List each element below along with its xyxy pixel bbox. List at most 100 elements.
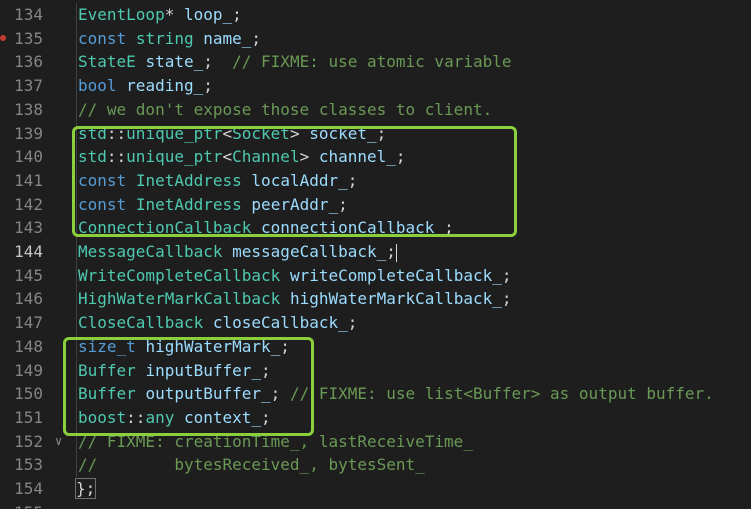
code-line[interactable]: 136 StateE state_; // FIXME: use atomic v… <box>0 50 751 75</box>
code-text: boost::any context_; <box>78 406 271 430</box>
line-number: 150 <box>14 384 43 404</box>
line-number: 149 <box>14 360 43 380</box>
code-text: CloseCallback closeCallback_; <box>78 311 357 335</box>
code-token: unique_ptr <box>126 147 223 167</box>
line-number: 151 <box>14 407 43 427</box>
code-token: std <box>78 123 107 143</box>
code-token: // FIXME: use atomic variable <box>232 52 512 72</box>
fold-chevron-icon[interactable]: ∨ <box>55 430 62 454</box>
code-token: > <box>299 147 319 167</box>
code-token: socket_ <box>309 123 377 143</box>
code-text: WriteCompleteCallback writeCompleteCallb… <box>78 264 512 288</box>
code-line[interactable]: 145 WriteCompleteCallback writeCompleteCa… <box>0 263 751 288</box>
code-text: std::unique_ptr<Socket> socket_; <box>78 122 386 146</box>
code-token: HighWaterMarkCallback <box>78 289 281 309</box>
code-line[interactable]: 151 boost::any context_; <box>0 405 751 430</box>
line-number: 142 <box>14 194 43 214</box>
indent-guide <box>76 358 77 383</box>
line-number: 141 <box>14 170 43 190</box>
code-line[interactable]: 138 // we don't expose those classes to c… <box>0 97 751 122</box>
code-text: HighWaterMarkCallback highWaterMarkCallb… <box>78 287 512 311</box>
indent-guide <box>76 145 77 169</box>
code-token: std <box>78 147 107 167</box>
code-editor[interactable]: 134 EventLoop* loop_; 135 const string name… <box>0 0 751 509</box>
code-text: bool reading_; <box>78 74 213 98</box>
code-token: unique_ptr <box>126 123 223 143</box>
code-token: ; <box>203 52 233 72</box>
code-line[interactable]: 154}; <box>0 477 751 501</box>
code-line[interactable]: 144 MessageCallback messageCallback_; <box>0 240 751 264</box>
code-line[interactable]: 149 Buffer inputBuffer_; <box>0 358 751 383</box>
indent-guide <box>76 263 77 288</box>
code-token: ; <box>501 265 512 285</box>
code-token: highWaterMarkCallback_ <box>289 289 502 309</box>
line-number: 137 <box>14 76 43 96</box>
code-token: // FIXME: creationTime_, lastReceiveTime… <box>78 431 473 451</box>
code-token: context_ <box>183 407 262 427</box>
code-text: Buffer inputBuffer_; <box>78 359 271 383</box>
code-text: ConnectionCallback connectionCallback_; <box>78 216 454 240</box>
code-token: string <box>135 28 194 48</box>
code-token: ; <box>376 123 387 143</box>
code-text: size_t highWaterMark_; <box>78 335 290 359</box>
code-token: ; <box>203 76 213 96</box>
indent-guide <box>76 405 77 430</box>
code-text: }; <box>74 477 97 501</box>
breakpoint-icon[interactable] <box>0 34 6 41</box>
code-token: < <box>222 123 233 143</box>
code-token: ; <box>261 407 271 427</box>
line-number: 154 <box>14 479 43 498</box>
code-text: const string name_; <box>78 27 261 51</box>
code-token: const <box>78 170 127 190</box>
indent-guide <box>76 429 77 454</box>
line-number: 143 <box>14 218 43 238</box>
code-line[interactable]: 139 std::unique_ptr<Socket> socket_; <box>0 121 751 146</box>
code-line[interactable]: 135 const string name_; <box>0 26 751 51</box>
code-line[interactable]: 150 Buffer outputBuffer_; // FIXME: use l… <box>0 382 751 406</box>
line-number: 144 <box>14 242 43 261</box>
indent-guide <box>76 240 77 264</box>
code-line[interactable]: 155 <box>0 501 751 509</box>
code-line[interactable]: 146 HighWaterMarkCallback highWaterMarkCa… <box>0 287 751 312</box>
indent-guide <box>76 216 77 240</box>
code-token: ; <box>386 242 396 261</box>
code-token: // we don't expose those classes to clie… <box>78 99 493 119</box>
code-line[interactable]: 141 const InetAddress localAddr_; <box>0 168 751 193</box>
code-text: Buffer outputBuffer_; // FIXME: use list… <box>78 382 714 406</box>
code-line[interactable]: 134 EventLoop* loop_; <box>0 3 751 27</box>
line-number: 155 <box>0 501 43 509</box>
indent-guide <box>76 121 77 146</box>
code-line[interactable]: 143 ConnectionCallback connectionCallback… <box>0 216 751 240</box>
code-token: EventLoop <box>78 5 165 24</box>
code-line[interactable]: 147 CloseCallback closeCallback_; <box>0 311 751 335</box>
code-token: MessageCallback <box>78 242 223 261</box>
line-number: 145 <box>14 265 43 285</box>
code-token: ; <box>347 313 358 333</box>
code-line[interactable]: 153 // bytesReceived_, bytesSent_ <box>0 453 751 477</box>
indent-guide <box>76 50 77 75</box>
code-line[interactable]: 137 bool reading_; <box>0 74 751 98</box>
code-token: writeCompleteCallback_ <box>289 265 502 285</box>
code-token: :: <box>126 407 146 427</box>
code-token: size_t <box>78 336 136 356</box>
code-line[interactable]: 152 ∨ // FIXME: creationTime_, lastReceive… <box>0 429 751 454</box>
code-line[interactable]: 148 size_t highWaterMark_; <box>0 334 751 359</box>
code-token: InetAddress <box>135 170 242 190</box>
code-token: Buffer <box>78 360 136 380</box>
line-number: 146 <box>14 289 43 309</box>
code-token: ; <box>347 170 358 190</box>
code-line[interactable]: 140 std::unique_ptr<Channel> channel_; <box>0 145 751 169</box>
line-number: 153 <box>14 455 43 475</box>
code-token: ; <box>338 194 348 214</box>
code-line[interactable]: 142 const InetAddress peerAddr_; <box>0 192 751 217</box>
code-text: StateE state_; // FIXME: use atomic vari… <box>78 50 512 74</box>
code-token: name_ <box>203 28 252 48</box>
